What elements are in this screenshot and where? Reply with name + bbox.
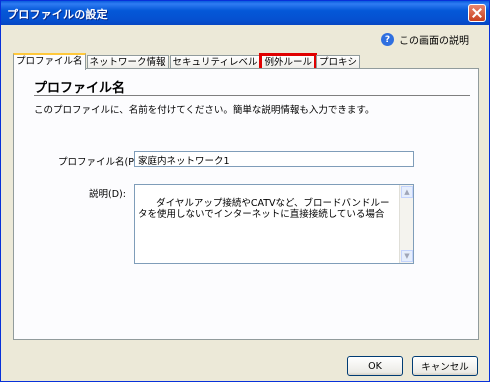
scroll-up-icon[interactable]: ▲ [401, 186, 413, 198]
ok-button-label: OK [368, 360, 382, 372]
cancel-button[interactable]: キャンセル [412, 356, 478, 376]
panel-description: このプロファイルに、名前を付けてください。簡単な説明情報も入力できます。 [34, 105, 375, 116]
profile-settings-dialog: プロファイルの設定 ? この画面の説明 プロファイル名 ネットワーク情報 セキュ… [0, 0, 490, 382]
tab-network-info[interactable]: ネットワーク情報 [86, 55, 169, 69]
description-scrollbar[interactable]: ▲ ▼ [399, 185, 413, 263]
profile-name-label: プロファイル名(P): [58, 157, 141, 168]
tab-strip: プロファイル名 ネットワーク情報 セキュリティレベル 例外ルール プロキシ [13, 53, 361, 71]
title-divider [34, 95, 470, 96]
scroll-down-icon[interactable]: ▼ [401, 250, 413, 262]
close-button[interactable] [468, 4, 486, 22]
description-textarea[interactable]: ダイヤルアップ接続やCATVなど、ブロードバンドルータを使用しないでインターネッ… [134, 184, 414, 264]
cancel-button-label: キャンセル [421, 362, 469, 373]
tab-label: プロファイル名 [16, 56, 83, 67]
ok-button[interactable]: OK [347, 356, 403, 376]
tab-exception-rules[interactable]: 例外ルール [259, 53, 317, 71]
help-link[interactable]: ? この画面の説明 [381, 32, 469, 47]
tab-label: プロキシ [318, 57, 357, 68]
tab-label: セキュリティレベル [172, 57, 258, 68]
tab-label: 例外ルール [264, 57, 312, 68]
panel-title: プロファイル名 [34, 81, 126, 96]
tab-security-level[interactable]: セキュリティレベル [169, 55, 261, 69]
tab-label: ネットワーク情報 [89, 57, 166, 68]
window-title: プロファイルの設定 [7, 8, 108, 21]
tab-panel-profile-name: プロファイル名 このプロファイルに、名前を付けてください。簡単な説明情報も入力で… [13, 68, 479, 340]
description-label: 説明(D): [89, 189, 126, 200]
help-link-label: この画面の説明 [399, 36, 469, 47]
help-icon: ? [381, 33, 394, 46]
tab-proxy[interactable]: プロキシ [315, 55, 360, 69]
tab-profile-name[interactable]: プロファイル名 [13, 53, 86, 70]
profile-name-value: 家庭内ネットワーク1 [138, 156, 230, 167]
profile-name-input[interactable]: 家庭内ネットワーク1 [134, 151, 414, 167]
description-value: ダイヤルアップ接続やCATVなど、ブロードバンドルータを使用しないでインターネッ… [138, 198, 390, 220]
title-bar[interactable]: プロファイルの設定 [1, 1, 489, 25]
